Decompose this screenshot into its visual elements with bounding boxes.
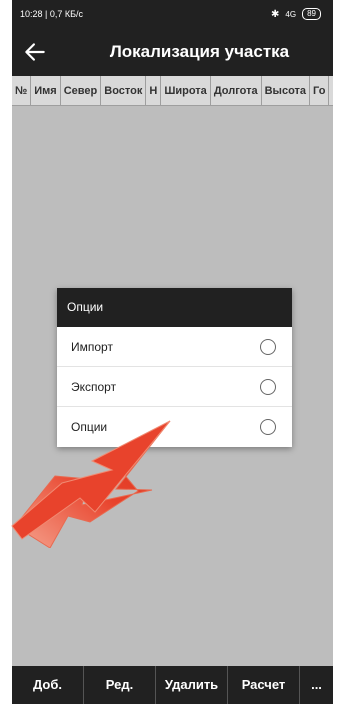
column-height[interactable]: Высота (262, 76, 311, 105)
table-header: № Имя Север Восток H Широта Долгота Высо… (12, 76, 333, 106)
column-h[interactable]: H (146, 76, 162, 105)
app-bar: Локализация участка (12, 28, 333, 76)
radio-button[interactable] (260, 419, 276, 435)
pointer-arrow-icon (11, 420, 171, 548)
bottom-toolbar: Доб. Ред. Удалить Расчет ... (12, 666, 333, 704)
column-longitude[interactable]: Долгота (211, 76, 262, 105)
edit-button[interactable]: Ред. (84, 666, 156, 704)
status-bar: 10:28 | 0,7 КБ/с ✱ 4G 89 (12, 0, 333, 28)
signal-icon: 4G (285, 9, 297, 19)
column-number[interactable]: № (12, 76, 32, 105)
column-east[interactable]: Восток (101, 76, 147, 105)
radio-button[interactable] (260, 379, 276, 395)
add-button[interactable]: Доб. (12, 666, 84, 704)
calculate-button[interactable]: Расчет (228, 666, 300, 704)
dialog-title: Опции (57, 288, 292, 327)
column-north[interactable]: Север (61, 76, 102, 105)
back-arrow-icon[interactable] (22, 39, 48, 65)
option-label: Экспорт (71, 380, 117, 394)
delete-button[interactable]: Удалить (156, 666, 228, 704)
app-screen: 10:28 | 0,7 КБ/с ✱ 4G 89 Локализация уча… (12, 0, 333, 704)
page-title: Локализация участка (109, 42, 290, 61)
column-latitude[interactable]: Широта (161, 76, 211, 105)
column-extra[interactable]: Го (310, 76, 330, 105)
option-import[interactable]: Импорт (57, 327, 292, 367)
column-name[interactable]: Имя (31, 76, 61, 105)
more-button[interactable]: ... (300, 666, 333, 704)
bluetooth-icon: ✱ (271, 8, 280, 20)
status-icons: ✱ 4G 89 (271, 8, 321, 20)
option-export[interactable]: Экспорт (57, 367, 292, 407)
radio-button[interactable] (260, 339, 276, 355)
option-label: Импорт (71, 340, 113, 354)
status-time: 10:28 | 0,7 КБ/с (20, 9, 84, 19)
battery-icon: 89 (302, 8, 321, 20)
